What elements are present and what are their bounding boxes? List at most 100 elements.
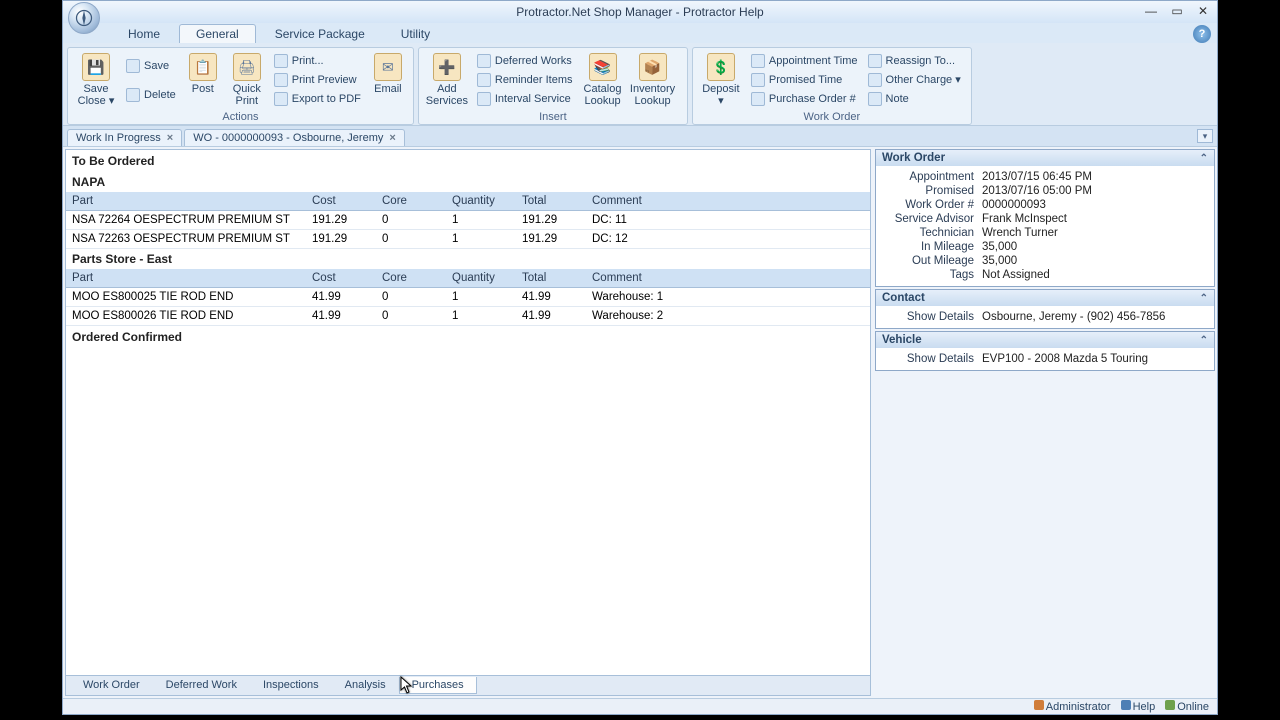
save-close-button[interactable]: 💾 Save Close ▾ — [72, 51, 120, 109]
app-menu-button[interactable] — [68, 2, 100, 34]
online-icon — [1165, 700, 1175, 710]
promised-time-button[interactable]: Promised Time — [747, 72, 862, 88]
col-total[interactable]: Total — [516, 269, 586, 288]
menu-tab-utility[interactable]: Utility — [384, 24, 447, 43]
ribbon: 💾 Save Close ▾ Save Delete 📋 Post 🖨 Quic… — [63, 43, 1217, 125]
col-comment[interactable]: Comment — [586, 192, 870, 211]
collapse-icon[interactable]: ⌃ — [1200, 293, 1208, 304]
user-icon — [1034, 700, 1044, 710]
email-icon: ✉ — [374, 53, 402, 81]
parts-table: Part Cost Core Quantity Total Comment NS… — [66, 192, 870, 249]
close-tab-icon[interactable]: × — [389, 132, 395, 144]
print-preview-button[interactable]: Print Preview — [270, 72, 365, 88]
left-pane: To Be Ordered NAPA Part Cost Core Quanti… — [65, 149, 871, 696]
compass-icon — [74, 8, 94, 28]
col-core[interactable]: Core — [376, 269, 446, 288]
doc-tab-work-in-progress[interactable]: Work In Progress × — [67, 129, 182, 146]
other-charge-button[interactable]: Other Charge ▾ — [864, 72, 965, 88]
col-quantity[interactable]: Quantity — [446, 269, 516, 288]
print-button[interactable]: Print... — [270, 53, 365, 69]
quick-print-button[interactable]: 🖨 Quick Print — [226, 51, 268, 109]
add-services-button[interactable]: ➕ Add Services — [423, 51, 471, 109]
save-icon — [126, 59, 140, 73]
doc-tab-work-order[interactable]: WO - 0000000093 - Osbourne, Jeremy × — [184, 129, 405, 146]
bottom-tab-purchases[interactable]: Purchases — [399, 677, 477, 694]
catalog-icon: 📚 — [589, 53, 617, 81]
col-part[interactable]: Part — [66, 192, 306, 211]
document-tabs: Work In Progress × WO - 0000000093 - Osb… — [63, 125, 1217, 147]
close-tab-icon[interactable]: × — [167, 132, 173, 144]
email-button[interactable]: ✉ Email — [367, 51, 409, 109]
note-icon — [868, 92, 882, 106]
delete-icon — [126, 88, 140, 102]
print-preview-icon — [274, 73, 288, 87]
menu-tab-general[interactable]: General — [179, 24, 256, 43]
table-row[interactable]: MOO ES800025 TIE ROD END 41.99 0 1 41.99… — [66, 288, 870, 307]
charge-icon — [868, 73, 882, 87]
group-label-insert: Insert — [423, 109, 683, 123]
status-user[interactable]: Administrator — [1034, 700, 1111, 713]
panel-title: Vehicle — [882, 334, 922, 346]
interval-icon — [477, 92, 491, 106]
col-core[interactable]: Core — [376, 192, 446, 211]
interval-service-button[interactable]: Interval Service — [473, 91, 577, 107]
section-to-be-ordered: To Be Ordered — [66, 150, 870, 172]
status-online[interactable]: Online — [1165, 700, 1209, 713]
reassign-icon — [868, 54, 882, 68]
panel-title: Work Order — [882, 152, 945, 164]
bottom-tab-analysis[interactable]: Analysis — [332, 677, 399, 694]
table-row[interactable]: NSA 72264 OESPECTRUM PREMIUM ST 191.29 0… — [66, 211, 870, 230]
save-button[interactable]: Save — [122, 58, 180, 74]
quick-print-icon: 🖨 — [233, 53, 261, 81]
help-icon[interactable]: ? — [1193, 25, 1211, 43]
note-button[interactable]: Note — [864, 91, 965, 107]
collapse-icon[interactable]: ⌃ — [1200, 335, 1208, 346]
col-part[interactable]: Part — [66, 269, 306, 288]
catalog-lookup-button[interactable]: 📚 Catalog Lookup — [579, 51, 627, 109]
deposit-button[interactable]: 💲 Deposit ▾ — [697, 51, 745, 109]
panel-contact: Contact⌃ Show DetailsOsbourne, Jeremy - … — [875, 289, 1215, 329]
show-details-link[interactable]: Show Details — [882, 311, 982, 323]
show-details-link[interactable]: Show Details — [882, 353, 982, 365]
clock-icon — [751, 73, 765, 87]
deferred-works-button[interactable]: Deferred Works — [473, 53, 577, 69]
col-total[interactable]: Total — [516, 192, 586, 211]
menu-tab-home[interactable]: Home — [111, 24, 177, 43]
calendar-icon — [751, 54, 765, 68]
parts-table: Part Cost Core Quantity Total Comment MO… — [66, 269, 870, 326]
bottom-tab-inspections[interactable]: Inspections — [250, 677, 332, 694]
inventory-lookup-button[interactable]: 📦 Inventory Lookup — [629, 51, 677, 109]
col-cost[interactable]: Cost — [306, 192, 376, 211]
group-label-actions: Actions — [72, 109, 409, 123]
tabs-dropdown-button[interactable]: ▾ — [1197, 129, 1213, 143]
window-title: Protractor.Net Shop Manager - Protractor… — [63, 5, 1217, 19]
delete-button[interactable]: Delete — [122, 87, 180, 103]
col-comment[interactable]: Comment — [586, 269, 870, 288]
group-label-work-order: Work Order — [697, 109, 967, 123]
reminder-items-button[interactable]: Reminder Items — [473, 72, 577, 88]
help-icon — [1121, 700, 1131, 710]
table-row[interactable]: MOO ES800026 TIE ROD END 41.99 0 1 41.99… — [66, 307, 870, 326]
bottom-tabs: Work Order Deferred Work Inspections Ana… — [66, 675, 870, 695]
po-icon — [751, 92, 765, 106]
table-row[interactable]: NSA 72263 OESPECTRUM PREMIUM ST 191.29 0… — [66, 230, 870, 249]
status-help[interactable]: Help — [1121, 700, 1156, 713]
appointment-time-button[interactable]: Appointment Time — [747, 53, 862, 69]
section-ordered-confirmed: Ordered Confirmed — [66, 326, 870, 348]
titlebar: Protractor.Net Shop Manager - Protractor… — [63, 1, 1217, 23]
save-close-icon: 💾 — [82, 53, 110, 81]
menu-tab-service-package[interactable]: Service Package — [258, 24, 382, 43]
purchase-order-button[interactable]: Purchase Order # — [747, 91, 862, 107]
panel-vehicle: Vehicle⌃ Show DetailsEVP100 - 2008 Mazda… — [875, 331, 1215, 371]
menu-tabs: Home General Service Package Utility ? — [63, 23, 1217, 43]
col-cost[interactable]: Cost — [306, 269, 376, 288]
bottom-tab-deferred-work[interactable]: Deferred Work — [153, 677, 250, 694]
col-quantity[interactable]: Quantity — [446, 192, 516, 211]
bottom-tab-work-order[interactable]: Work Order — [70, 677, 153, 694]
print-icon — [274, 54, 288, 68]
post-button[interactable]: 📋 Post — [182, 51, 224, 109]
collapse-icon[interactable]: ⌃ — [1200, 153, 1208, 164]
reassign-button[interactable]: Reassign To... — [864, 53, 965, 69]
export-pdf-button[interactable]: Export to PDF — [270, 91, 365, 107]
supplier-header: Parts Store - East — [66, 249, 870, 269]
